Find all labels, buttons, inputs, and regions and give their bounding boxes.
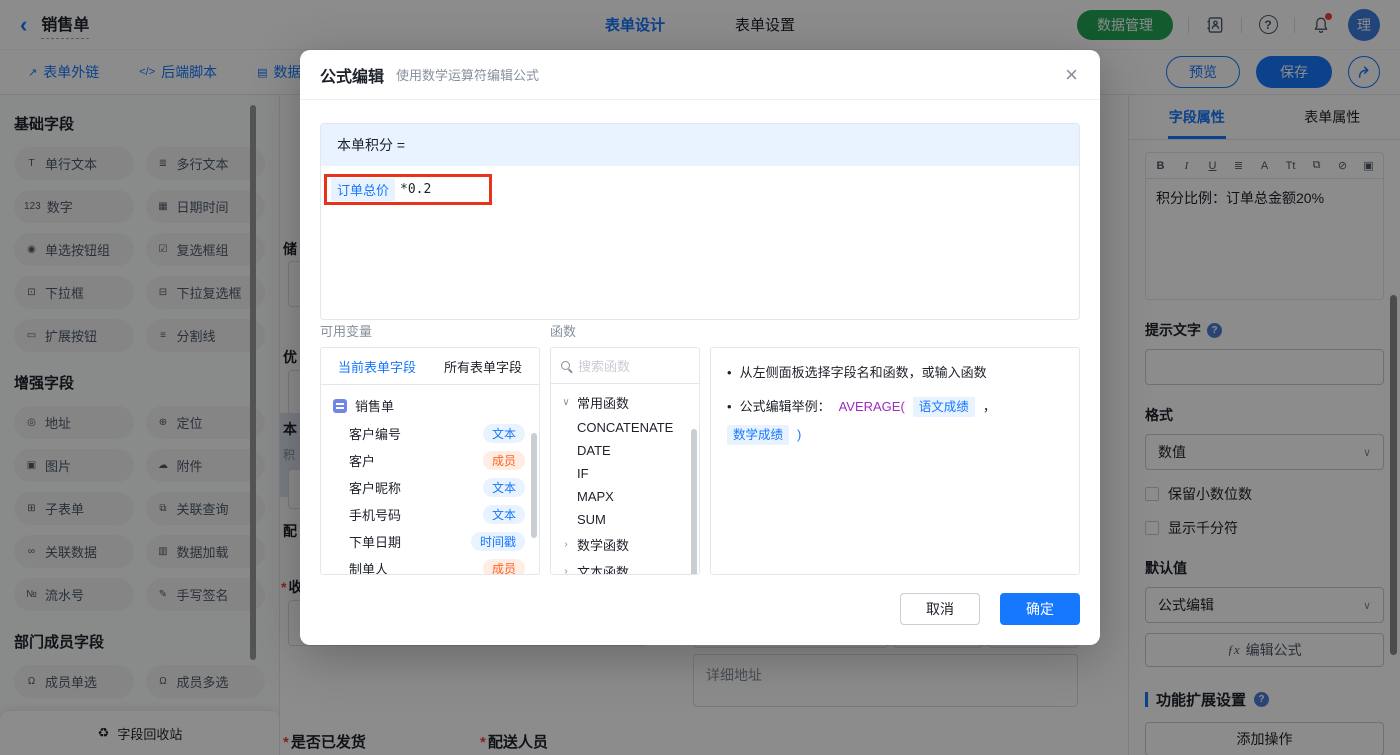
variable-type-badge: 文本 bbox=[482, 478, 525, 497]
variables-panel: 当前表单字段 所有表单字段 销售单 客户编号 文本 客户 成员 客户昵称 文本 … bbox=[320, 347, 540, 575]
function-item[interactable]: SUM bbox=[551, 508, 699, 531]
field-chip[interactable]: 订单总价 bbox=[331, 178, 396, 201]
variable-type-badge: 文本 bbox=[482, 505, 525, 524]
function-group-label: 数学函数 bbox=[577, 538, 630, 553]
variable-row[interactable]: 客户昵称 文本 bbox=[321, 474, 539, 501]
variables-label: 可用变量 bbox=[320, 324, 373, 339]
variable-row[interactable]: 制单人 成员 bbox=[321, 555, 539, 575]
function-item[interactable]: IF bbox=[551, 462, 699, 485]
variable-row[interactable]: 客户编号 文本 bbox=[321, 420, 539, 447]
variable-rows: 客户编号 文本 客户 成员 客户昵称 文本 手机号码 文本 下单日期 时间戳 制… bbox=[321, 420, 539, 575]
function-group-label: 常用函数 bbox=[577, 396, 630, 411]
variables-tabs: 当前表单字段 所有表单字段 bbox=[321, 348, 539, 385]
formula-input-area[interactable]: 本单积分 = 订单总价 *0.2 bbox=[320, 123, 1080, 320]
function-group-text[interactable]: › 文本函数 bbox=[551, 558, 699, 575]
chevron-collapsed-icon: › bbox=[564, 539, 568, 550]
variable-name: 手机号码 bbox=[349, 508, 402, 523]
bullet: • bbox=[727, 365, 732, 380]
modal-footer: 取消 确定 bbox=[900, 593, 1080, 625]
example-field-chip: 语文成绩 bbox=[912, 397, 975, 417]
variable-type-badge: 成员 bbox=[482, 559, 525, 574]
variable-row[interactable]: 手机号码 文本 bbox=[321, 501, 539, 528]
annotation-highlight-box: 订单总价 *0.2 bbox=[324, 174, 492, 205]
function-group-math[interactable]: › 数学函数 bbox=[551, 531, 699, 558]
form-node-label: 销售单 bbox=[355, 399, 395, 414]
help-line-2: • 公式编辑举例： AVERAGE( 语文成绩 ， 数学成绩 ) bbox=[727, 397, 1063, 445]
example-function: AVERAGE( bbox=[838, 399, 905, 414]
variable-row[interactable]: 客户 成员 bbox=[321, 447, 539, 474]
form-tree-node[interactable]: 销售单 bbox=[321, 391, 539, 420]
tab-current-form-fields[interactable]: 当前表单字段 bbox=[338, 357, 416, 376]
modal-title: 公式编辑 bbox=[320, 68, 385, 86]
function-search-placeholder: 搜索函数 bbox=[578, 359, 631, 374]
chevron-expanded-icon: ∨ bbox=[562, 397, 570, 408]
formula-target: 本单积分 = bbox=[321, 124, 1079, 166]
variable-name: 下单日期 bbox=[349, 535, 402, 550]
variable-type-badge: 时间戳 bbox=[470, 532, 525, 551]
variable-row[interactable]: 下单日期 时间戳 bbox=[321, 528, 539, 555]
form-doc-icon bbox=[333, 398, 347, 413]
formula-body[interactable]: 订单总价 *0.2 bbox=[321, 166, 1079, 319]
variable-name: 客户 bbox=[349, 454, 376, 469]
variables-list: 销售单 客户编号 文本 客户 成员 客户昵称 文本 手机号码 文本 下单日期 时… bbox=[321, 385, 539, 575]
function-group-common[interactable]: ∨ 常用函数 bbox=[551, 389, 699, 416]
functions-panel: 搜索函数 ∨ 常用函数 CONCATENATE DATE IF MAPX SUM › 数… bbox=[550, 347, 700, 575]
example-paren: ) bbox=[797, 427, 802, 442]
function-item[interactable]: CONCATENATE bbox=[551, 416, 699, 439]
function-search[interactable]: 搜索函数 bbox=[551, 348, 699, 384]
functions-label: 函数 bbox=[550, 324, 577, 339]
confirm-button[interactable]: 确定 bbox=[1000, 593, 1080, 625]
chevron-collapsed-icon: › bbox=[564, 566, 568, 575]
variables-scrollbar[interactable] bbox=[531, 433, 537, 538]
formula-expression[interactable]: *0.2 bbox=[400, 182, 431, 197]
search-icon bbox=[561, 361, 570, 370]
variable-type-badge: 文本 bbox=[482, 424, 525, 443]
function-tree: ∨ 常用函数 CONCATENATE DATE IF MAPX SUM › 数学函数 ›… bbox=[551, 384, 699, 575]
close-icon[interactable]: × bbox=[1065, 63, 1078, 86]
function-items: CONCATENATE DATE IF MAPX SUM bbox=[551, 416, 699, 531]
function-group-label: 文本函数 bbox=[577, 565, 630, 575]
cancel-button[interactable]: 取消 bbox=[900, 593, 980, 625]
modal-subtitle: 使用数学运算符编辑公式 bbox=[396, 68, 540, 83]
function-item[interactable]: DATE bbox=[551, 439, 699, 462]
example-field-chip: 数学成绩 bbox=[727, 425, 790, 445]
modal-header: 公式编辑 使用数学运算符编辑公式 × bbox=[300, 50, 1100, 100]
tab-all-form-fields[interactable]: 所有表单字段 bbox=[444, 357, 522, 376]
function-item[interactable]: MAPX bbox=[551, 485, 699, 508]
variable-type-badge: 成员 bbox=[482, 451, 525, 470]
functions-scrollbar[interactable] bbox=[691, 429, 697, 574]
variable-name: 制单人 bbox=[349, 562, 389, 575]
variable-name: 客户昵称 bbox=[349, 481, 402, 496]
formula-help-panel: • 从左侧面板选择字段名和函数，或输入函数 • 公式编辑举例： AVERAGE(… bbox=[710, 347, 1080, 575]
variable-name: 客户编号 bbox=[349, 427, 402, 442]
formula-editor-modal: 公式编辑 使用数学运算符编辑公式 × 本单积分 = 订单总价 *0.2 可用变量… bbox=[300, 50, 1100, 645]
help-line-1: • 从左侧面板选择字段名和函数，或输入函数 bbox=[727, 363, 1063, 383]
bullet: • bbox=[727, 399, 732, 414]
